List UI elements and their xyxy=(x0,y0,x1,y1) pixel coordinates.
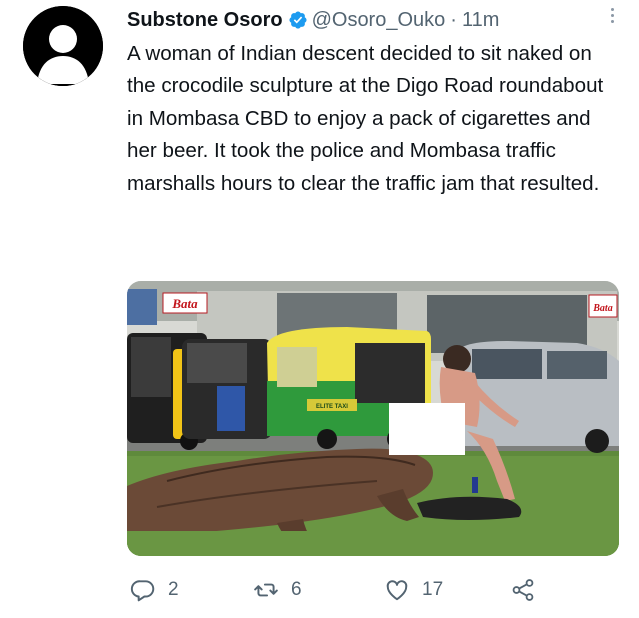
like-button[interactable]: 17 xyxy=(384,572,443,608)
verified-badge-icon xyxy=(288,10,308,30)
tweet-header: Substone Osoro @Osoro_Ouko · 11m xyxy=(127,6,619,34)
author-name[interactable]: Substone Osoro xyxy=(127,9,283,32)
bata-sign-right: Bata xyxy=(592,303,612,314)
avatar[interactable] xyxy=(23,6,103,86)
bata-sign-left: Bata xyxy=(171,296,198,311)
photo-illustration: Bata Bata ELITE TAXI xyxy=(127,281,619,556)
tuktuk-plate-text: ELITE TAXI xyxy=(316,404,348,410)
retweet-button[interactable]: 6 xyxy=(253,572,302,608)
author-handle[interactable]: @Osoro_Ouko xyxy=(312,9,446,32)
reply-icon xyxy=(130,580,155,602)
default-avatar-icon xyxy=(23,6,103,86)
tweet-actions: 2 6 17 xyxy=(127,572,597,608)
share-icon xyxy=(512,579,534,601)
separator-dot: · xyxy=(450,8,457,31)
timestamp[interactable]: 11m xyxy=(462,9,499,32)
reply-button[interactable]: 2 xyxy=(130,572,179,608)
retweet-icon xyxy=(254,583,278,597)
reply-count: 2 xyxy=(168,579,179,600)
more-options-icon[interactable] xyxy=(609,8,615,23)
tweet-text: A woman of Indian descent decided to sit… xyxy=(127,42,604,195)
tweet-photo[interactable]: Bata Bata ELITE TAXI xyxy=(127,281,619,556)
share-button[interactable] xyxy=(510,572,536,608)
like-count: 17 xyxy=(422,579,444,600)
retweet-count: 6 xyxy=(291,579,302,600)
heart-icon xyxy=(386,580,408,601)
